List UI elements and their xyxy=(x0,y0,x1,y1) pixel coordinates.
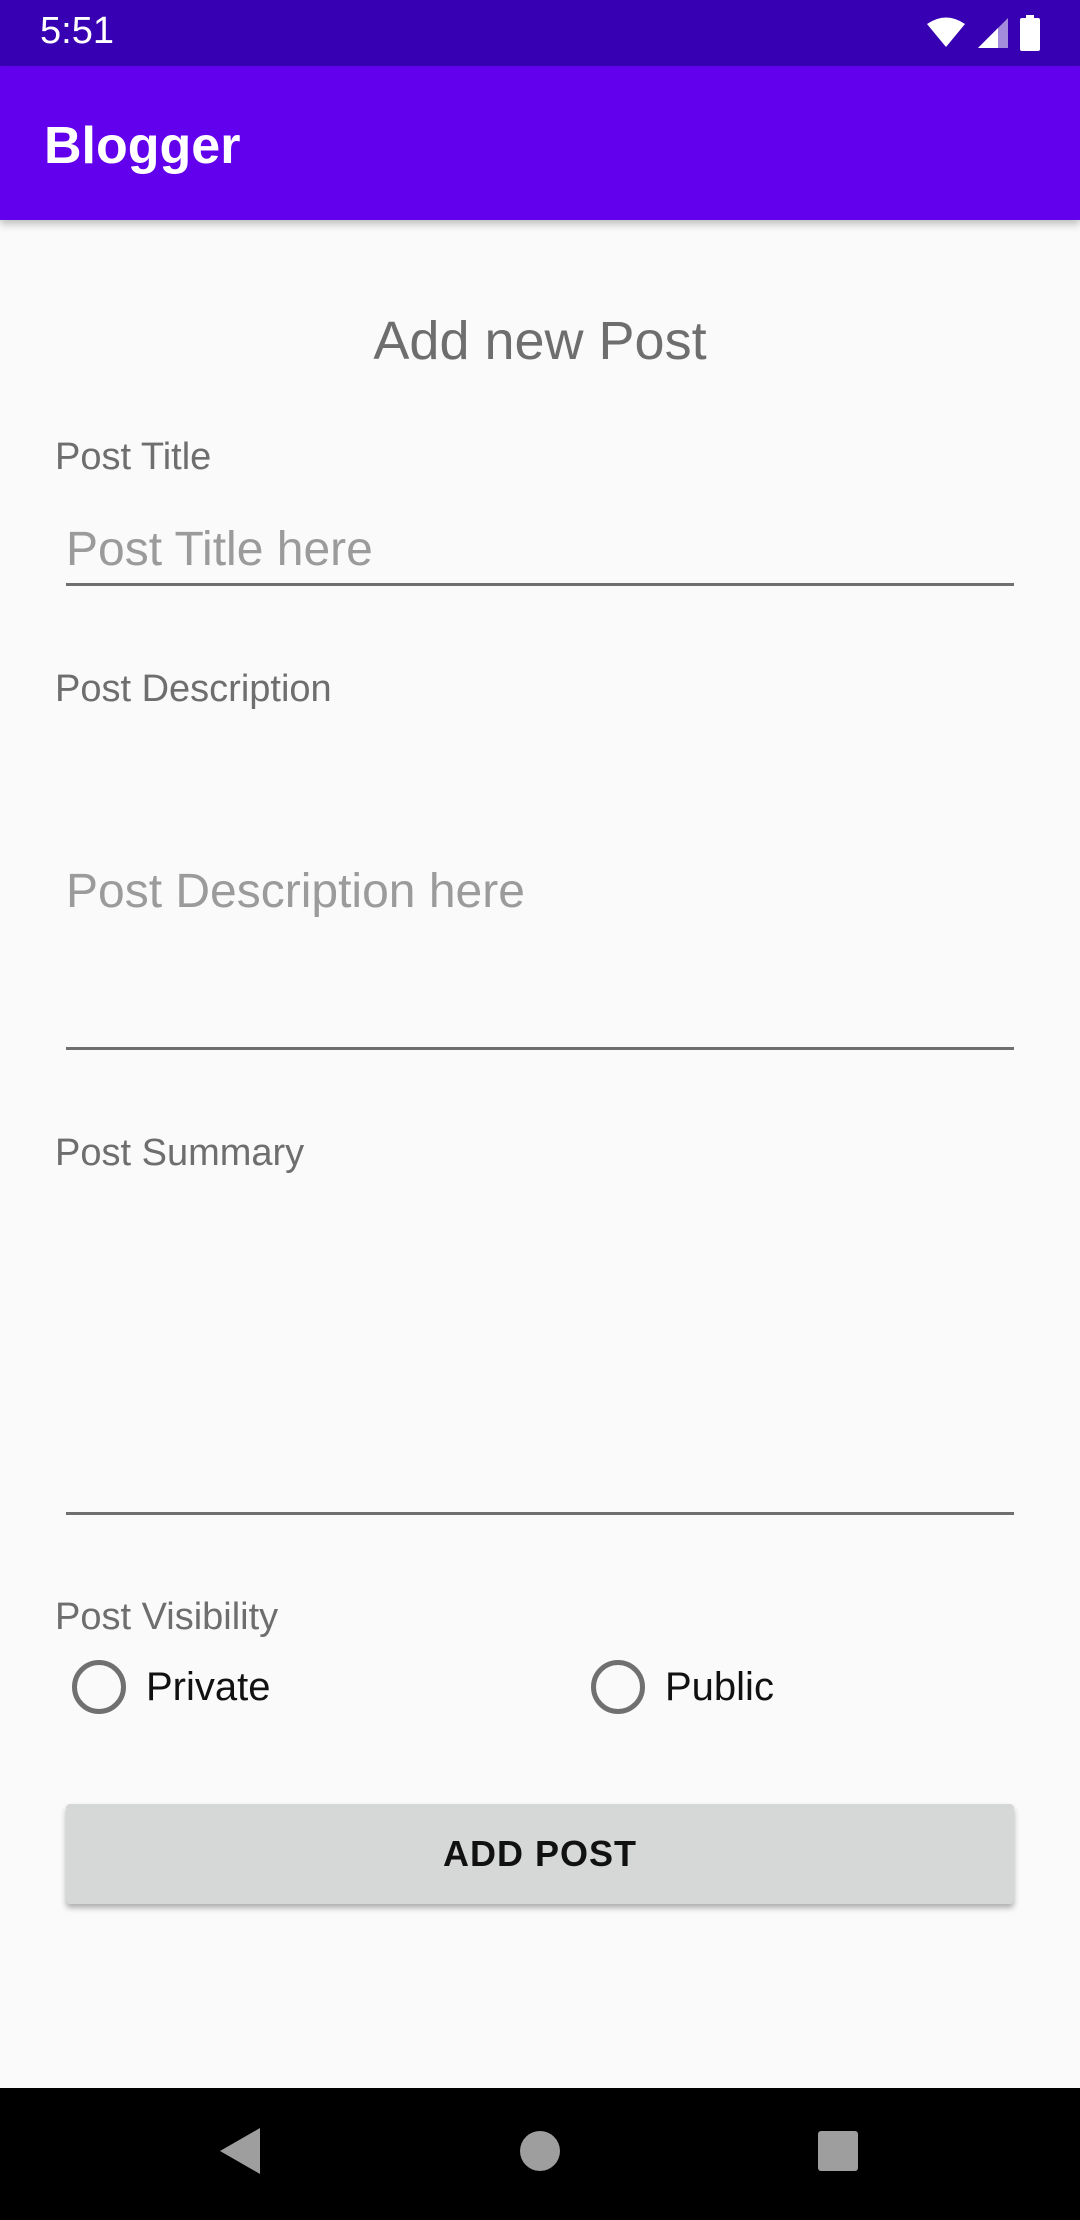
post-description-label: Post Description xyxy=(55,668,332,710)
app-title: Blogger xyxy=(44,117,241,175)
public-radio[interactable]: Public xyxy=(591,1660,774,1714)
public-radio-circle[interactable] xyxy=(591,1660,645,1714)
status-bar: 5:51 xyxy=(0,0,1080,66)
public-radio-label[interactable]: Public xyxy=(665,1665,774,1710)
post-summary-input[interactable] xyxy=(66,1205,1014,1515)
post-summary-label: Post Summary xyxy=(55,1132,305,1174)
add-post-button[interactable]: ADD POST xyxy=(66,1804,1014,1904)
post-description-input[interactable] xyxy=(66,740,1014,1050)
status-time: 5:51 xyxy=(40,10,114,52)
battery-icon xyxy=(1020,15,1040,51)
status-icons xyxy=(926,14,1040,52)
back-icon[interactable] xyxy=(218,2126,262,2176)
page-title: Add new Post xyxy=(373,311,707,371)
post-title-input[interactable] xyxy=(66,516,1014,586)
private-radio[interactable]: Private xyxy=(72,1660,271,1714)
recents-icon[interactable] xyxy=(817,2126,859,2176)
visibility-radio-group: Private Public xyxy=(0,1660,1080,1730)
wifi-icon xyxy=(927,17,965,47)
navigation-bar xyxy=(0,2088,1080,2220)
post-title-label: Post Title xyxy=(55,436,212,478)
private-radio-label[interactable]: Private xyxy=(146,1665,271,1710)
home-icon[interactable] xyxy=(519,2126,561,2176)
post-visibility-label: Post Visibility xyxy=(55,1596,279,1638)
private-radio-circle[interactable] xyxy=(72,1660,126,1714)
app-bar: Blogger xyxy=(0,66,1080,220)
cellular-icon xyxy=(978,18,1008,48)
